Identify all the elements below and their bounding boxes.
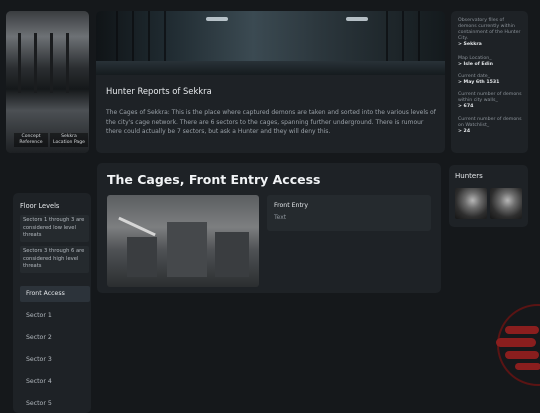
watchlist-value: > 24 bbox=[458, 129, 471, 134]
cages-title: The Cages, Front Entry Access bbox=[107, 172, 321, 187]
hunters-title: Hunters bbox=[455, 172, 483, 180]
sidebar-item-sector-1[interactable]: Sector 1 bbox=[20, 308, 90, 324]
hunter-avatar[interactable] bbox=[490, 188, 522, 219]
watchlist-label: Current number of demons on Watchlist_ bbox=[458, 117, 522, 128]
floor-levels-sidebar: Floor Levels Sectors 1 through 3 are con… bbox=[13, 193, 91, 413]
front-entry-title: Front Entry bbox=[274, 202, 309, 209]
city-count-value: > 674 bbox=[458, 104, 474, 109]
location-page-link[interactable]: Sekkra Location Page bbox=[50, 133, 88, 147]
front-entry-text: Text bbox=[274, 214, 287, 221]
report-description: The Cages of Sekkra: This is the place w… bbox=[106, 109, 436, 135]
date-value: > May 6th 1531 bbox=[458, 80, 500, 85]
hunter-avatar[interactable] bbox=[455, 188, 487, 219]
low-threat-note: Sectors 1 through 3 are considered low l… bbox=[20, 215, 89, 242]
watchlist-info: Current number of demons on Watchlist_ >… bbox=[458, 117, 524, 135]
city-count-label: Current number of demons within city wal… bbox=[458, 92, 522, 103]
emblem-icon bbox=[496, 304, 540, 386]
front-entry-card: Front Entry Text bbox=[267, 195, 431, 231]
city-count-info: Current number of demons within city wal… bbox=[458, 92, 524, 110]
report-card: Hunter Reports of Sekkra The Cages of Se… bbox=[96, 75, 445, 153]
location-value: > Isle of Edin bbox=[458, 62, 493, 67]
page-title: Hunter Reports of Sekkra bbox=[106, 86, 212, 96]
sidebar-item-sector-3[interactable]: Sector 3 bbox=[20, 352, 90, 368]
observatory-info: Observatory files of demons currently wi… bbox=[458, 18, 524, 48]
concept-reference-link[interactable]: Concept Reference bbox=[14, 133, 48, 147]
floor-levels-title: Floor Levels bbox=[20, 202, 60, 210]
high-threat-note: Sectors 3 through 6 are considered high … bbox=[20, 246, 89, 273]
observatory-label: Observatory files of demons currently wi… bbox=[458, 18, 521, 41]
cages-card: The Cages, Front Entry Access Front Entr… bbox=[97, 163, 441, 293]
info-card: Observatory files of demons currently wi… bbox=[451, 11, 528, 153]
concept-photo-card: Concept Reference Sekkra Location Page bbox=[6, 11, 89, 153]
sidebar-item-sector-2[interactable]: Sector 2 bbox=[20, 330, 90, 346]
sidebar-item-sector-4[interactable]: Sector 4 bbox=[20, 374, 90, 390]
hunters-card: Hunters bbox=[449, 165, 528, 227]
date-info: Current date_ > May 6th 1531 bbox=[458, 74, 524, 86]
location-info: Map Location_ > Isle of Edin bbox=[458, 56, 524, 68]
sidebar-item-sector-5[interactable]: Sector 5 bbox=[20, 396, 90, 412]
sidebar-item-front-access[interactable]: Front Access bbox=[20, 286, 90, 302]
observatory-value: > Sekkra bbox=[458, 42, 482, 47]
concept-photo bbox=[6, 11, 89, 153]
banner-image bbox=[96, 11, 445, 75]
cages-image bbox=[107, 195, 259, 287]
